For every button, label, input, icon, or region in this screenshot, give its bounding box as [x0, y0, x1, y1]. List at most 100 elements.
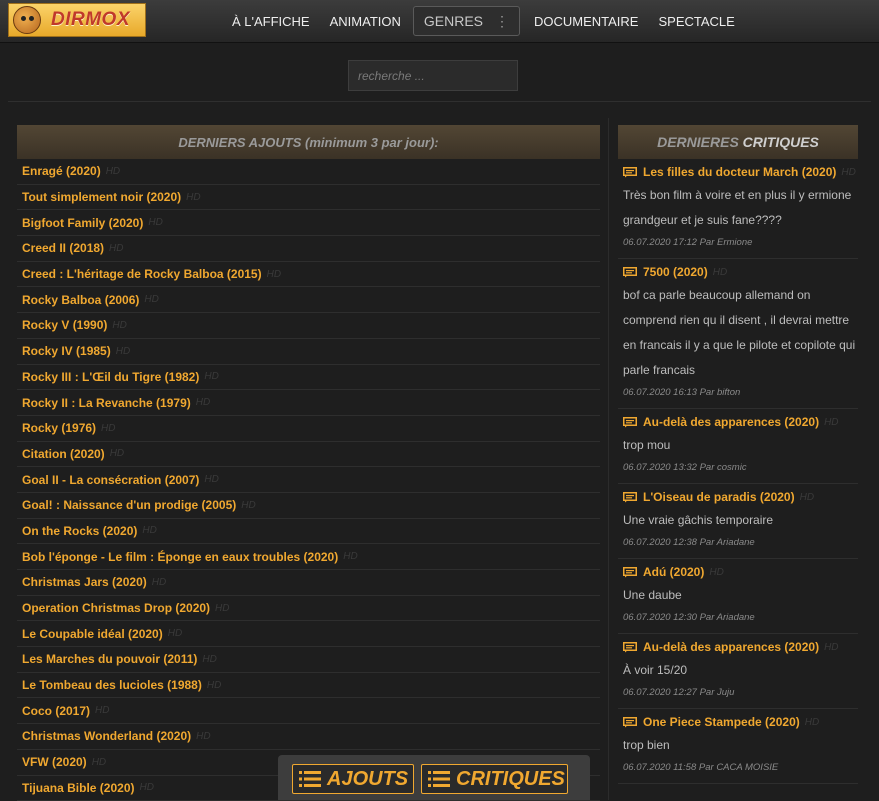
list-item: Les Marches du pouvoir (2011)HD — [17, 647, 600, 673]
movie-title-link[interactable]: Christmas Wonderland (2020) — [22, 729, 191, 743]
heading-a: DERNIERES — [657, 134, 739, 150]
critique-title-row: Les filles du docteur March (2020)HD — [623, 161, 858, 183]
movie-title-link[interactable]: Goal II - La consécration (2007) — [22, 473, 199, 487]
movie-title-link[interactable]: Rocky IV (1985) — [22, 344, 111, 358]
search-input[interactable] — [348, 60, 518, 91]
movie-title-link[interactable]: Les Marches du pouvoir (2011) — [22, 652, 197, 666]
list-item: On the Rocks (2020) HD — [17, 519, 600, 545]
hd-badge: HD — [824, 417, 838, 428]
critique-movie-link[interactable]: 7500 (2020) — [643, 265, 708, 279]
list-item: Christmas Wonderland (2020)HD — [17, 724, 600, 750]
critique-title-row: One Piece Stampede (2020)HD — [623, 711, 858, 733]
nav-item-spectacle[interactable]: SPECTACLE — [658, 14, 734, 29]
critique-movie-link[interactable]: L'Oiseau de paradis (2020) — [643, 490, 795, 504]
top-navigation-bar: DIRMOX À L'AFFICHE ANIMATION GENRES ⋮ DO… — [0, 0, 879, 43]
speech-bubble-icon — [623, 492, 637, 503]
hd-badge: HD — [116, 346, 130, 357]
list-item: Rocky III : L'Œil du Tigre (1982)HD — [17, 365, 600, 391]
list-item: Christmas Jars (2020)HD — [17, 570, 600, 596]
hd-badge: HD — [142, 525, 156, 536]
hd-badge: HD — [109, 243, 123, 254]
movie-title-link[interactable]: Enragé (2020) — [22, 164, 101, 178]
hd-badge: HD — [92, 757, 106, 768]
speech-bubble-icon — [623, 267, 637, 278]
nav-item-documentaire[interactable]: DOCUMENTAIRE — [534, 14, 638, 29]
critique-meta: 06.07.2020 12:30 Par Ariadane — [623, 608, 858, 628]
speech-bubble-icon — [623, 717, 637, 728]
dernieres-critiques-panel: DERNIERES CRITIQUES Les filles du docteu… — [618, 125, 858, 784]
movie-title-link[interactable]: Rocky III : L'Œil du Tigre (1982) — [22, 370, 199, 384]
movie-title-link[interactable]: Le Tombeau des lucioles (1988) — [22, 678, 202, 692]
movie-title-link[interactable]: Tijuana Bible (2020) — [22, 781, 134, 795]
critique-text: parle francais — [623, 358, 858, 383]
derniers-ajouts-panel: DERNIERS AJOUTS (minimum 3 par jour): En… — [17, 125, 600, 801]
critiques-button[interactable]: CRITIQUES — [421, 764, 568, 794]
critique-title-row: 7500 (2020) HD — [623, 261, 858, 283]
critique-item: L'Oiseau de paradis (2020)HDUne vraie gâ… — [618, 484, 858, 559]
mascot-logo-icon — [13, 6, 41, 34]
critique-meta: 06.07.2020 17:12 Par Ermione — [623, 233, 858, 253]
list-item: Creed : L'héritage de Rocky Balboa (2015… — [17, 262, 600, 288]
critique-movie-link[interactable]: Au-delà des apparences (2020) — [643, 415, 819, 429]
ajouts-list: Enragé (2020) HD Tout simplement noir (202… — [17, 159, 600, 801]
nav-genres-label: GENRES — [424, 13, 483, 29]
kebab-menu-icon: ⋮ — [495, 16, 509, 26]
critique-movie-link[interactable]: One Piece Stampede (2020) — [643, 715, 800, 729]
speech-bubble-icon — [623, 417, 637, 428]
critique-meta: 06.07.2020 13:32 Par cosmic — [623, 458, 858, 478]
movie-title-link[interactable]: On the Rocks (2020) — [22, 524, 137, 538]
movie-title-link[interactable]: Rocky Balboa (2006) — [22, 293, 139, 307]
list-lines-icon — [428, 770, 450, 788]
movie-title-link[interactable]: Rocky V (1990) — [22, 318, 107, 332]
critique-title-row: Au-delà des apparences (2020) HD — [623, 411, 858, 433]
speech-bubble-icon — [623, 642, 637, 653]
movie-title-link[interactable]: Goal! : Naissance d'un prodige (2005) — [22, 498, 236, 512]
hd-badge: HD — [241, 500, 255, 511]
list-item: Rocky Balboa (2006) HD — [17, 287, 600, 313]
nav-item-a-laffiche[interactable]: À L'AFFICHE — [232, 14, 310, 29]
critique-movie-link[interactable]: Au-delà des apparences (2020) — [643, 640, 819, 654]
critiques-list: Les filles du docteur March (2020)HDTrès… — [618, 159, 858, 784]
nav-genres-dropdown[interactable]: GENRES ⋮ — [413, 6, 520, 36]
movie-title-link[interactable]: Christmas Jars (2020) — [22, 575, 147, 589]
critique-text: Une daube — [623, 583, 858, 608]
main-nav: À L'AFFICHE ANIMATION GENRES ⋮ DOCUMENTA… — [222, 0, 745, 42]
movie-title-link[interactable]: Le Coupable idéal (2020) — [22, 627, 163, 641]
movie-title-link[interactable]: Creed II (2018) — [22, 241, 104, 255]
movie-title-link[interactable]: Tout simplement noir (2020) — [22, 190, 181, 204]
divider — [8, 101, 871, 102]
hd-badge: HD — [144, 294, 158, 305]
hd-badge: HD — [207, 680, 221, 691]
logo-text: DIRMOX — [51, 9, 130, 31]
critique-movie-link[interactable]: Les filles du docteur March (2020) — [643, 165, 836, 179]
site-logo[interactable]: DIRMOX — [8, 3, 146, 37]
list-item: Citation (2020) HD — [17, 442, 600, 468]
hd-badge: HD — [713, 267, 727, 278]
critique-item: Adú (2020)HDUne daube06.07.2020 12:30 Pa… — [618, 559, 858, 634]
critique-text: À voir 15/20 — [623, 658, 858, 683]
movie-title-link[interactable]: Bigfoot Family (2020) — [22, 216, 143, 230]
list-item: Operation Christmas Drop (2020)HD — [17, 596, 600, 622]
movie-title-link[interactable]: Operation Christmas Drop (2020) — [22, 601, 210, 615]
heading-sub: (minimum 3 par jour): — [305, 135, 439, 150]
critique-text: Très bon film à voire et en plus il y er… — [623, 183, 858, 208]
critique-item: 7500 (2020)HDbof ca parle beaucoup allem… — [618, 259, 858, 409]
critique-text: grandgeur et je suis fane???? — [623, 208, 858, 233]
movie-title-link[interactable]: Coco (2017) — [22, 704, 90, 718]
movie-title-link[interactable]: Bob l'éponge - Le film : Éponge en eaux … — [22, 550, 338, 564]
movie-title-link[interactable]: Rocky (1976) — [22, 421, 96, 435]
critique-meta: 06.07.2020 12:27 Par Juju — [623, 683, 858, 703]
critique-item: Au-delà des apparences (2020)HDtrop mou0… — [618, 409, 858, 484]
critiques-button-label: CRITIQUES — [456, 768, 565, 791]
critique-meta: 06.07.2020 12:38 Par Ariadane — [623, 533, 858, 553]
hd-badge: HD — [110, 448, 124, 459]
ajouts-button[interactable]: AJOUTS — [292, 764, 414, 794]
critique-title-row: Adú (2020)HD — [623, 561, 858, 583]
movie-title-link[interactable]: Citation (2020) — [22, 447, 105, 461]
nav-item-animation[interactable]: ANIMATION — [330, 14, 401, 29]
critique-movie-link[interactable]: Adú (2020) — [643, 565, 704, 579]
list-item: Le Tombeau des lucioles (1988) HD — [17, 673, 600, 699]
movie-title-link[interactable]: VFW (2020) — [22, 755, 87, 769]
movie-title-link[interactable]: Rocky II : La Revanche (1979) — [22, 396, 191, 410]
movie-title-link[interactable]: Creed : L'héritage de Rocky Balboa (2015… — [22, 267, 262, 281]
